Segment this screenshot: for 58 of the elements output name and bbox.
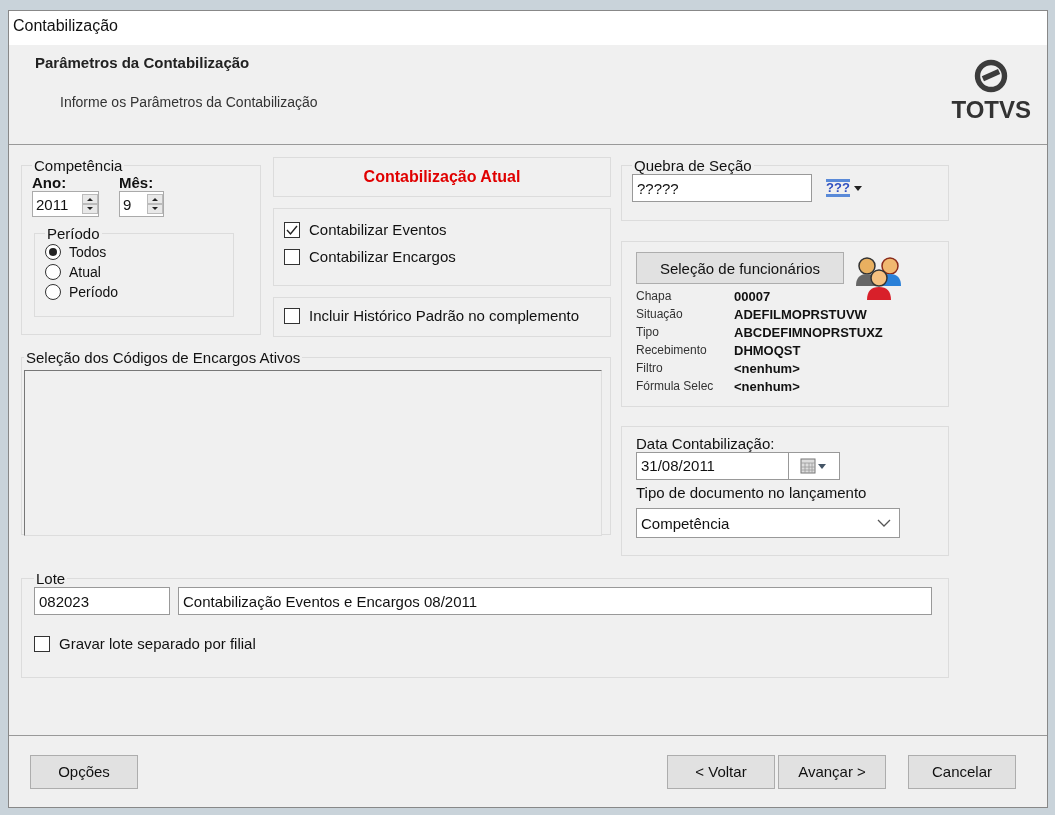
group-label: Período <box>46 225 101 242</box>
radio-label: Atual <box>69 264 101 280</box>
checkbox-label: Incluir Histórico Padrão no complemento <box>309 307 580 324</box>
field-label: Fórmula Selec <box>636 378 715 395</box>
window-title: Contabilização <box>9 11 1047 45</box>
chevron-down-icon <box>877 518 891 528</box>
field-value: <nenhum> <box>734 360 801 377</box>
field-value: <nenhum> <box>734 378 801 395</box>
field-label: Chapa <box>636 288 673 305</box>
logo-icon <box>973 58 1010 94</box>
text-field[interactable]: 082023 <box>34 587 170 615</box>
page-subtitle: Informe os Parâmetros da Contabilização <box>60 94 318 110</box>
calendar-icon <box>800 457 828 475</box>
cancel-button[interactable]: Cancelar <box>908 754 1016 789</box>
selection-button[interactable]: Seleção de funcionários <box>636 252 844 284</box>
next-button[interactable]: Avançar > <box>778 754 886 789</box>
field-label: Data Contabilização: <box>636 435 776 452</box>
month-spinner[interactable]: 9 <box>119 191 164 217</box>
group-label: Lote <box>35 570 67 587</box>
page-title: Parâmetros da Contabilização <box>35 54 251 71</box>
checkbox[interactable] <box>284 221 300 238</box>
date-field[interactable]: 31/08/2011 <box>636 452 840 480</box>
radio-button[interactable] <box>45 284 61 300</box>
field-label: Situação <box>636 306 684 323</box>
group-label: Competência <box>33 157 124 174</box>
text-field[interactable]: ????? <box>632 174 812 202</box>
spinner-arrows-icon[interactable] <box>147 194 163 214</box>
checkbox[interactable] <box>284 248 300 265</box>
radio-label: Todos <box>69 244 107 260</box>
radio-button[interactable] <box>45 244 61 260</box>
checkbox-label: Gravar lote separado por filial <box>59 635 256 652</box>
group-label: Seleção dos Códigos de Encargos Ativos <box>25 349 302 366</box>
field-value: 00007 <box>734 288 772 305</box>
back-button[interactable]: < Voltar <box>667 754 775 789</box>
field-label: Tipo <box>636 324 660 341</box>
field-value: DHMOQST <box>734 342 802 359</box>
field-value: ABCDEFIMNOPRSTUXZ <box>734 324 884 341</box>
radio-label: Período <box>69 284 119 300</box>
banner-text: Contabilização Atual <box>363 168 521 186</box>
field-value: ADEFILMOPRSTUVW <box>734 306 868 323</box>
field-label: Recebimento <box>636 342 708 359</box>
spinner-arrows-icon[interactable] <box>82 194 98 214</box>
picker-button[interactable]: ??? <box>826 179 862 197</box>
checkbox[interactable] <box>284 307 300 324</box>
field-label: Ano: <box>32 174 68 191</box>
logo-text: TOTVS <box>951 96 1031 124</box>
checkbox[interactable] <box>34 635 50 652</box>
checkbox-label: Contabilizar Encargos <box>309 248 456 265</box>
field-label: Mês: <box>119 174 155 191</box>
group-label: Quebra de Seção <box>633 157 753 174</box>
year-spinner[interactable]: 2011 <box>32 191 99 217</box>
checkbox-label: Contabilizar Eventos <box>309 221 447 238</box>
radio-button[interactable] <box>45 264 61 280</box>
field-label: Tipo de documento no lançamento <box>636 484 868 501</box>
text-field[interactable]: Contabilização Eventos e Encargos 08/2011 <box>178 587 932 615</box>
dropdown[interactable]: Competência <box>636 508 900 538</box>
field-label: Filtro <box>636 360 664 377</box>
options-button[interactable]: Opções <box>30 754 138 789</box>
